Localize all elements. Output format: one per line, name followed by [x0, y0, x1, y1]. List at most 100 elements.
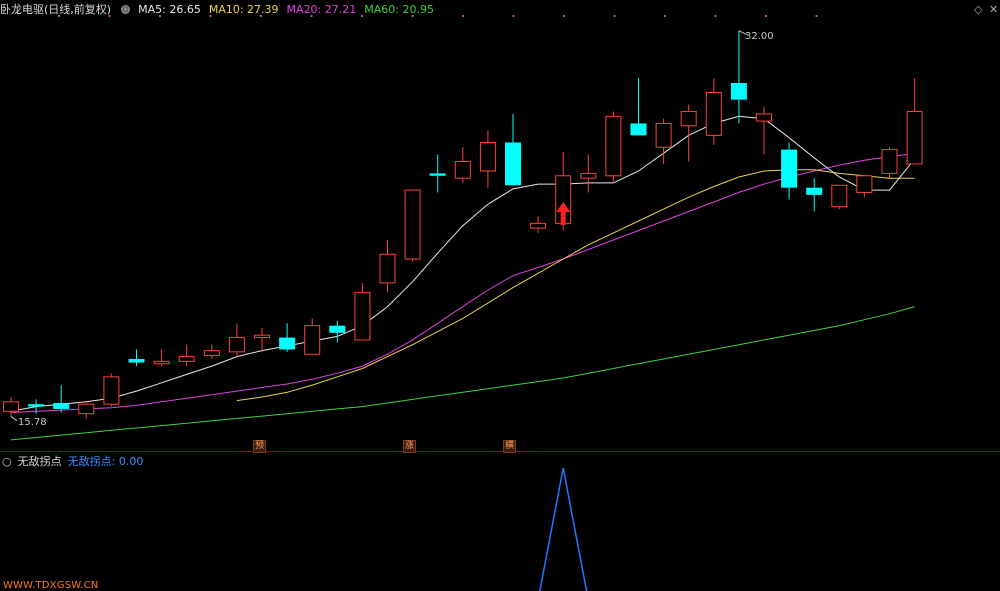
ma20-line	[10, 152, 915, 413]
candle-body	[856, 175, 873, 193]
candle-body	[655, 122, 672, 148]
candle	[781, 142, 798, 200]
candle	[128, 349, 145, 367]
candle	[505, 113, 521, 186]
top-marker	[563, 15, 565, 17]
candle	[881, 147, 898, 179]
ma5-legend: MA5: 26.65	[138, 2, 201, 16]
candle-body	[254, 334, 270, 339]
candle	[831, 184, 848, 210]
watermark: WWW.TDXGSW.CN	[3, 580, 99, 591]
ma60-line-layer	[10, 306, 915, 441]
candle	[479, 130, 496, 188]
candle	[304, 318, 321, 355]
candle	[856, 175, 873, 198]
candle-body	[203, 350, 220, 356]
diamond-icon[interactable]: ◇	[974, 3, 982, 16]
candle	[756, 106, 772, 155]
top-marker	[613, 15, 616, 17]
candle-body	[103, 376, 120, 405]
indicator-value: 无敌拐点: 0.00	[67, 455, 144, 468]
candle	[705, 78, 722, 145]
close-icon[interactable]: ✕	[989, 3, 998, 16]
candle	[429, 154, 446, 193]
top-marker	[815, 15, 818, 17]
indicator-legend: ○ 无敌拐点 无敌拐点: 0.00	[0, 453, 143, 469]
candle	[53, 385, 70, 413]
low-price-label: 15.78	[18, 417, 47, 428]
candle-body	[178, 356, 195, 362]
ma60-line	[10, 306, 915, 441]
high-price-label: 32.00	[745, 31, 774, 42]
candle-body	[379, 253, 396, 284]
candle	[203, 344, 220, 359]
candle-body	[881, 149, 898, 174]
candle	[906, 78, 923, 165]
candle	[103, 373, 120, 407]
candle-body	[630, 123, 647, 136]
candle	[530, 216, 547, 233]
ma10-line	[236, 169, 915, 402]
candle-body	[454, 161, 471, 179]
stock-name: 卧龙电驱	[0, 3, 44, 16]
candle	[153, 349, 170, 367]
candle-body	[680, 111, 697, 127]
top-marker	[765, 15, 767, 17]
candle-body	[530, 222, 547, 229]
candle	[3, 397, 19, 417]
ma10-legend: MA10: 27.39	[208, 2, 279, 16]
candle-body	[3, 401, 19, 412]
candle	[580, 154, 597, 193]
candle-body	[128, 358, 145, 363]
candle	[454, 147, 471, 183]
candle	[730, 30, 747, 124]
candle	[630, 78, 647, 136]
candle-body	[705, 92, 722, 136]
candle-body	[28, 404, 45, 407]
candle-body	[756, 113, 772, 122]
settings-circle-icon[interactable]: ○	[121, 4, 131, 14]
candle-body	[228, 337, 245, 353]
indicator-line	[539, 467, 588, 591]
candle-body	[906, 111, 923, 165]
top-marker	[462, 15, 464, 17]
candle	[254, 328, 270, 352]
indicator-title: 无敌拐点	[17, 455, 62, 468]
stock-period: (日线,前复权)	[44, 3, 112, 16]
candle	[354, 282, 371, 341]
candlestick-chart[interactable]: 32.00 15.78	[0, 0, 1000, 591]
low-pointer	[10, 416, 18, 421]
candle	[178, 344, 195, 367]
candle	[228, 323, 245, 357]
candle-body	[580, 172, 597, 179]
candle-body	[806, 187, 823, 195]
indicator-settings-icon[interactable]: ○	[2, 455, 12, 468]
candle	[279, 323, 296, 352]
main-legend: 卧龙电驱(日线,前复权) ○ MA5: 26.65 MA10: 27.39 MA…	[0, 1, 434, 17]
candle-body	[730, 82, 747, 100]
candle	[379, 240, 396, 293]
candle-body	[404, 189, 421, 260]
chart-grid	[0, 15, 1000, 562]
top-marker	[512, 15, 515, 17]
candle-body	[831, 184, 848, 208]
ma60-legend: MA60: 20.95	[364, 2, 434, 16]
indicator-layer	[539, 467, 588, 591]
candle-body	[429, 173, 446, 176]
candle-body	[329, 325, 346, 333]
candle-body	[279, 337, 296, 350]
signal-badge-yu: 预	[253, 440, 266, 453]
top-marker	[664, 15, 666, 17]
ma20-line-layer	[10, 152, 915, 413]
signal-badge-heng: 横	[503, 440, 516, 453]
candle	[404, 189, 421, 262]
candle-body	[354, 291, 371, 341]
candle	[605, 111, 622, 183]
candle-body	[304, 325, 321, 355]
candle	[78, 401, 95, 419]
candle-body	[479, 141, 496, 172]
candle-body	[78, 403, 95, 415]
candle-body	[153, 360, 170, 365]
ma10-line-layer	[236, 169, 915, 402]
candle	[329, 320, 346, 343]
